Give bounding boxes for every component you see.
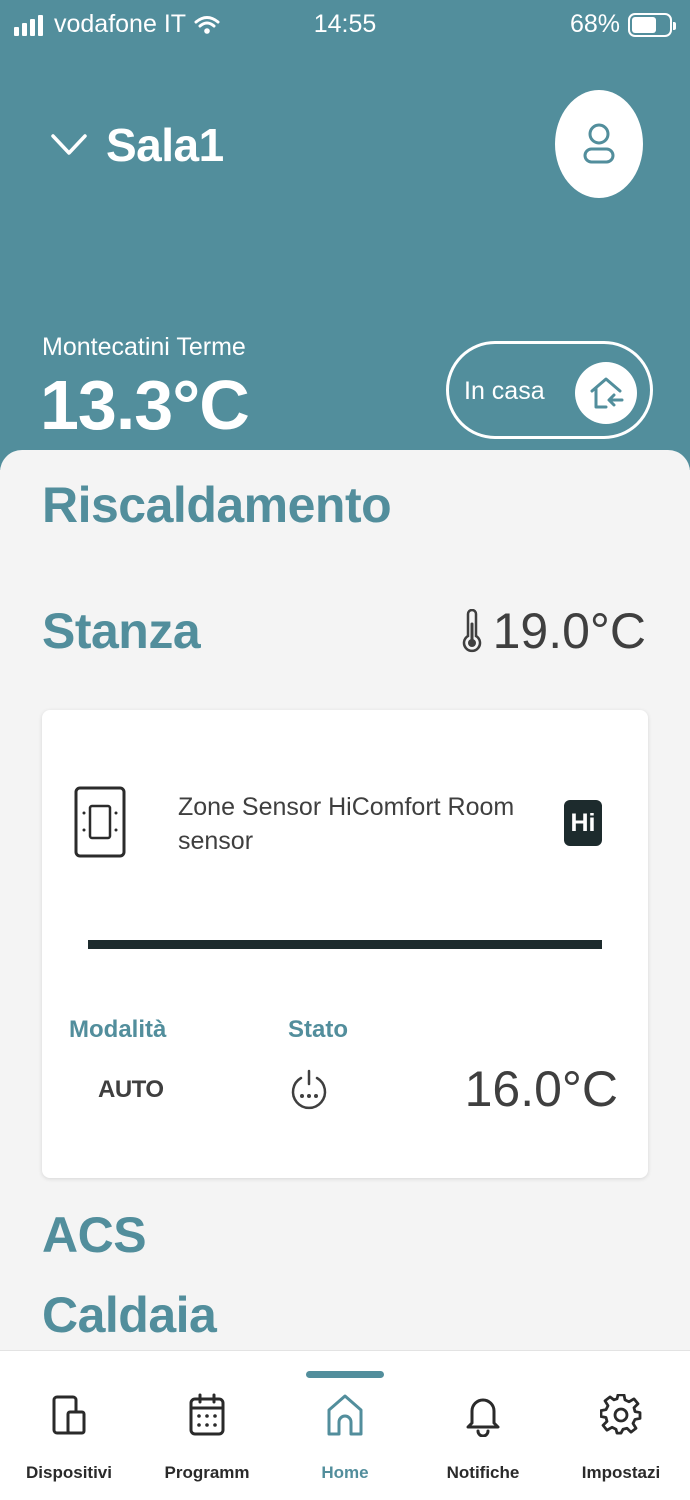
outdoor-temperature: 13.3°C: [40, 366, 250, 444]
tab-label: Impostazi: [581, 1463, 661, 1482]
status-right: 68%: [569, 10, 676, 39]
battery-nub: [673, 21, 676, 30]
thermometer-icon: [462, 609, 481, 653]
presence-label: In casa: [464, 377, 545, 405]
room-selector[interactable]: Sala1: [50, 118, 224, 172]
bell-icon: [465, 1391, 501, 1439]
power-standby-icon: [291, 1069, 327, 1110]
room-temperature-value: 19.0°C: [492, 603, 646, 659]
mode-label: Modalità: [69, 1016, 167, 1043]
profile-button[interactable]: [555, 90, 643, 198]
device-status-bar: [88, 940, 602, 949]
brand-logo: Hi: [564, 800, 602, 846]
tab-devices[interactable]: Dispositivi: [0, 1391, 138, 1491]
tab-notifications[interactable]: Notifiche: [414, 1391, 552, 1491]
devices-icon: [51, 1391, 87, 1439]
room-section-title: Stanza: [42, 603, 201, 659]
boiler-title[interactable]: Caldaia: [42, 1286, 217, 1344]
battery-percent: 68%: [569, 10, 620, 38]
tab-programs[interactable]: Programm: [138, 1391, 276, 1491]
active-tab-indicator: [306, 1371, 384, 1378]
location-name: Montecatini Terme: [42, 333, 246, 361]
tab-label: Notifiche: [446, 1463, 520, 1482]
home-enter-icon: [575, 362, 637, 424]
room-temperature: 19.0°C: [461, 602, 646, 660]
main-content: Riscaldamento Stanza 19.0°C Zone Sensor …: [0, 450, 690, 1350]
setpoint-temperature: 16.0°C: [464, 1061, 618, 1117]
device-name: Zone Sensor HiComfort Room sensor: [178, 793, 515, 855]
room-title: Sala1: [106, 119, 224, 171]
tab-label: Dispositivi: [26, 1463, 112, 1482]
battery-fill: [632, 16, 657, 33]
status-bar: vodafone IT 14:55 68%: [0, 0, 690, 50]
acs-title[interactable]: ACS: [42, 1206, 147, 1264]
calendar-icon: [188, 1391, 226, 1439]
home-icon: [325, 1391, 365, 1439]
tab-bar: Dispositivi Programm Home Notifiche Impo…: [0, 1350, 690, 1500]
user-icon: [583, 123, 615, 164]
heating-title: Riscaldamento: [42, 477, 392, 533]
header: vodafone IT 14:55 68% Sala1 Montecatini …: [0, 0, 690, 470]
tab-home[interactable]: Home: [276, 1391, 414, 1491]
mode-value: AUTO: [98, 1076, 164, 1103]
gear-icon: [600, 1391, 642, 1439]
sensor-device-icon: [74, 786, 126, 858]
presence-toggle[interactable]: In casa: [446, 341, 653, 439]
device-card[interactable]: Zone Sensor HiComfort Room sensor Hi Mod…: [42, 710, 648, 1178]
tab-label: Home: [321, 1463, 369, 1482]
chevron-down-icon: [51, 134, 87, 155]
state-label: Stato: [288, 1016, 348, 1043]
tab-label: Programm: [164, 1463, 250, 1482]
tab-settings[interactable]: Impostazi: [552, 1391, 690, 1491]
battery-icon: [628, 12, 676, 37]
